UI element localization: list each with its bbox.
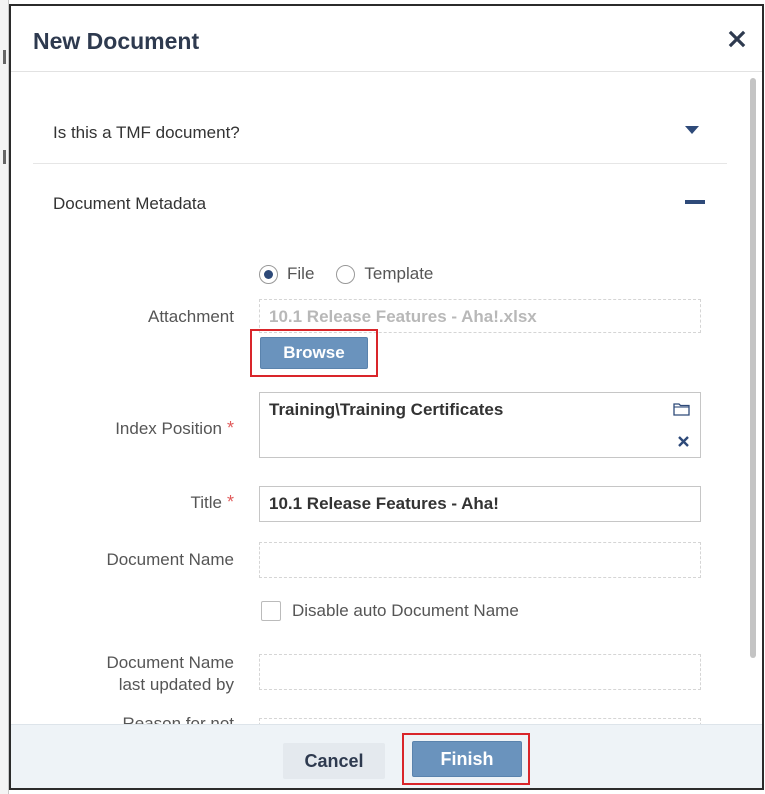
browse-button[interactable]: Browse [260, 337, 368, 369]
template-radio[interactable] [336, 264, 356, 284]
metadata-section-label: Document Metadata [53, 194, 207, 213]
index-position-field[interactable]: Training\Training Certificates [259, 392, 701, 458]
disable-auto-name-checkbox[interactable] [261, 601, 281, 621]
finish-highlight: Finish [402, 733, 530, 785]
disable-auto-name-label: Disable auto Document Name [292, 601, 519, 620]
last-updated-label-line1: Document Name [106, 653, 234, 672]
background-glyph [3, 150, 6, 164]
last-updated-label-line2: last updated by [118, 675, 234, 694]
attachment-field[interactable]: 10.1 Release Features - Aha!.xlsx [259, 299, 701, 333]
dialog-title: New Document [33, 28, 200, 54]
new-document-dialog: New Document Is this a TMF document? Doc… [9, 4, 764, 790]
background-glyph [3, 50, 6, 64]
last-updated-field[interactable] [259, 654, 701, 690]
tmf-section-label: Is this a TMF document? [53, 123, 240, 142]
index-position-label: Index Position * [115, 418, 234, 439]
close-icon[interactable] [728, 30, 746, 48]
browse-highlight: Browse [250, 329, 378, 377]
title-label-text: Title [190, 493, 222, 512]
title-field[interactable]: 10.1 Release Features - Aha! [259, 486, 701, 522]
scrollbar[interactable] [750, 78, 756, 658]
dialog-body[interactable]: Is this a TMF document? Document Metadat… [11, 72, 762, 724]
caret-down-icon[interactable] [685, 126, 699, 134]
dialog-footer: Cancel Finish [11, 724, 762, 788]
document-name-label: Document Name [106, 550, 234, 569]
index-position-label-text: Index Position [115, 419, 222, 438]
cancel-button[interactable]: Cancel [283, 743, 385, 779]
last-updated-label: Document Name last updated by [106, 652, 234, 696]
background-window-edge [0, 0, 9, 794]
x-icon[interactable] [677, 435, 690, 448]
tmf-section-header[interactable]: Is this a TMF document? [33, 72, 727, 164]
file-radio[interactable] [259, 264, 278, 284]
folder-icon[interactable] [673, 402, 690, 416]
finish-button[interactable]: Finish [412, 741, 522, 777]
screen: New Document Is this a TMF document? Doc… [0, 0, 765, 794]
attachment-label: Attachment [148, 307, 234, 326]
source-radio-group: File Template [259, 264, 433, 284]
title-label: Title * [190, 492, 234, 513]
index-position-value: Training\Training Certificates [269, 400, 504, 419]
template-radio-label: Template [364, 264, 434, 283]
minus-icon[interactable] [685, 200, 705, 204]
dialog-header: New Document [11, 6, 762, 72]
document-name-field[interactable] [259, 542, 701, 578]
required-marker: * [226, 492, 234, 512]
title-value: 10.1 Release Features - Aha! [269, 494, 499, 513]
file-radio-label: File [287, 264, 315, 283]
reason-label: Reason for not [122, 714, 234, 724]
disable-auto-name-row: Disable auto Document Name [261, 601, 519, 621]
attachment-value: 10.1 Release Features - Aha!.xlsx [269, 307, 537, 326]
required-marker: * [226, 418, 234, 438]
